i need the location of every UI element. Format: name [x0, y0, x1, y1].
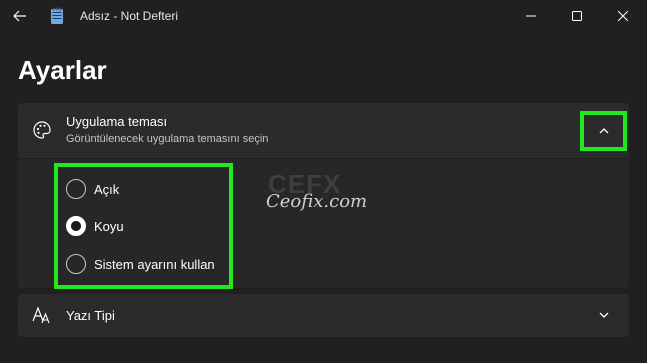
radio-option-dark[interactable]: Koyu [66, 213, 124, 239]
theme-radio-group: Açık Koyu Sistem ayarını kullan [54, 163, 233, 289]
palette-icon [33, 121, 51, 139]
app-theme-setting-header[interactable]: Uygulama teması Görüntülenecek uygulama … [18, 103, 629, 158]
close-icon [618, 11, 628, 21]
back-button[interactable] [8, 4, 32, 28]
radio-button[interactable] [66, 254, 86, 274]
font-icon [32, 306, 50, 324]
maximize-icon [572, 11, 582, 21]
close-button[interactable] [600, 0, 646, 32]
notepad-icon [51, 7, 63, 24]
minimize-icon [526, 15, 536, 17]
arrow-left-icon [13, 10, 26, 22]
app-theme-options-panel: Açık Koyu Sistem ayarını kullan CEFX Ceo… [18, 158, 629, 289]
minimize-button[interactable] [508, 0, 554, 32]
radio-option-light[interactable]: Açık [66, 176, 119, 202]
collapse-button[interactable] [580, 111, 627, 151]
radio-label: Sistem ayarını kullan [94, 256, 215, 272]
chevron-up-icon [599, 128, 608, 134]
window-title: Adsız - Not Defteri [80, 9, 179, 23]
font-setting[interactable]: Yazı Tipi [18, 294, 629, 337]
chevron-down-icon[interactable] [596, 307, 612, 323]
font-setting-title: Yazı Tipi [66, 308, 115, 323]
radio-button-selected[interactable] [66, 216, 86, 236]
app-theme-title: Uygulama teması [66, 114, 168, 129]
app-theme-description: Görüntülenecek uygulama temasını seçin [66, 133, 269, 145]
radio-button[interactable] [66, 179, 86, 199]
maximize-button[interactable] [554, 0, 600, 32]
title-bar: Adsız - Not Defteri [0, 0, 647, 32]
radio-label: Koyu [94, 218, 124, 234]
page-title: Ayarlar [18, 55, 107, 85]
watermark-text: Ceofix.com [266, 191, 368, 212]
radio-label: Açık [94, 181, 120, 197]
radio-option-system[interactable]: Sistem ayarını kullan [66, 251, 215, 277]
